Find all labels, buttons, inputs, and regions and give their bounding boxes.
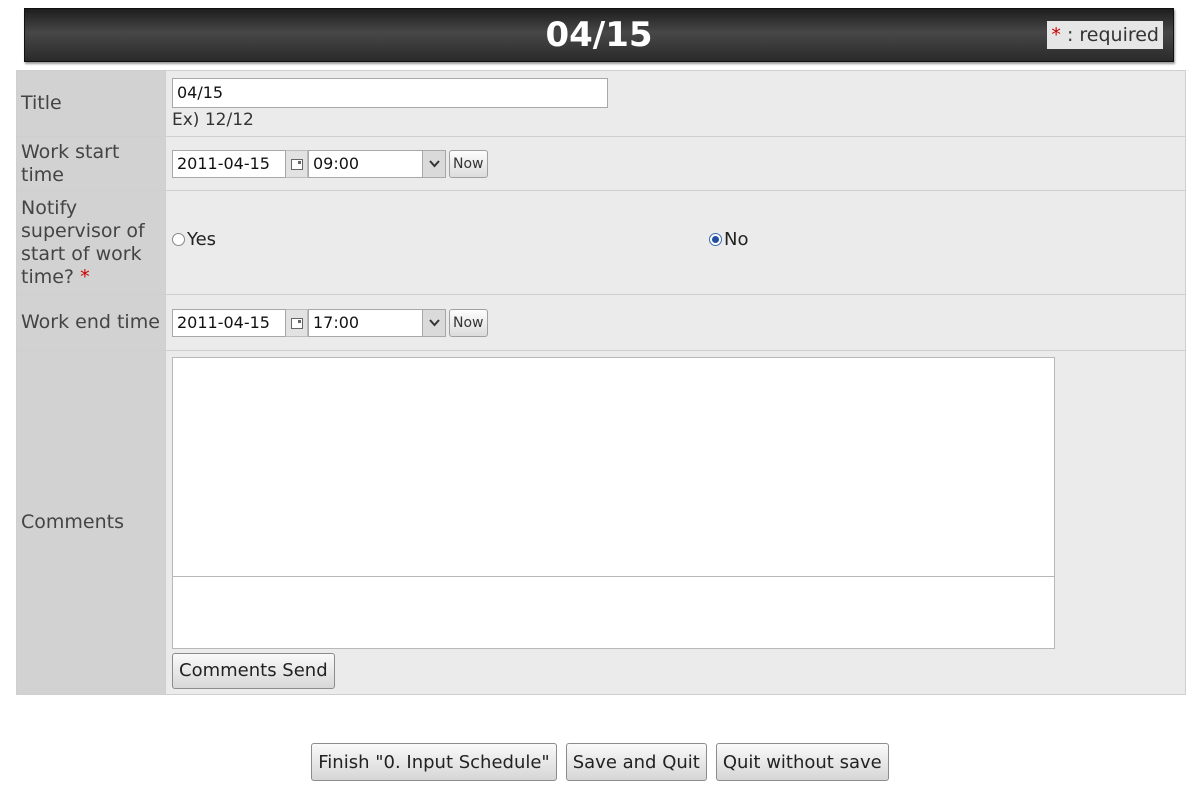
work-end-label: Work end time bbox=[16, 294, 166, 351]
work-end-cell: Now bbox=[165, 294, 1186, 351]
row-work-start: Work start time Now bbox=[16, 136, 1186, 191]
notify-yes-label: Yes bbox=[187, 228, 217, 250]
start-now-button[interactable]: Now bbox=[449, 149, 488, 178]
start-time-input[interactable] bbox=[308, 149, 422, 178]
comments-history-area[interactable] bbox=[172, 356, 1055, 577]
notify-no-label: No bbox=[724, 228, 749, 250]
notify-no-option[interactable]: No bbox=[709, 229, 748, 250]
comments-cell: Comments Send bbox=[165, 350, 1186, 695]
action-buttons: Finish "0. Input Schedule" Save and Quit… bbox=[0, 743, 1200, 781]
notify-yes-radio[interactable] bbox=[172, 232, 185, 246]
page-header: 04/15 * : required bbox=[24, 8, 1174, 62]
notify-cell: Yes No bbox=[165, 190, 1186, 295]
work-start-controls: Now bbox=[172, 149, 1179, 178]
required-text: : required bbox=[1060, 24, 1159, 46]
title-label: Title bbox=[16, 70, 166, 137]
notify-label-cell: Notify supervisor of start of work time?… bbox=[16, 190, 166, 295]
work-end-controls: Now bbox=[172, 308, 1179, 337]
end-date-input[interactable] bbox=[172, 308, 286, 337]
comments-label: Comments bbox=[16, 350, 166, 695]
end-time-input[interactable] bbox=[308, 308, 422, 337]
row-work-end: Work end time Now bbox=[16, 294, 1186, 351]
row-comments: Comments Comments Send bbox=[16, 350, 1186, 695]
calendar-icon-glyph bbox=[290, 158, 303, 170]
schedule-form: Title Ex) 12/12 Work start time Now Noti… bbox=[16, 70, 1186, 695]
chevron-down-icon-glyph bbox=[428, 318, 440, 326]
comment-input-area[interactable] bbox=[172, 576, 1055, 649]
start-date-input[interactable] bbox=[172, 149, 286, 178]
work-start-cell: Now bbox=[165, 136, 1186, 191]
chevron-down-icon-glyph bbox=[428, 159, 440, 167]
title-hint: Ex) 12/12 bbox=[172, 109, 254, 130]
comments-send-button[interactable]: Comments Send bbox=[172, 652, 335, 689]
save-and-quit-button[interactable]: Save and Quit bbox=[565, 743, 707, 781]
row-title: Title Ex) 12/12 bbox=[16, 70, 1186, 137]
work-start-label: Work start time bbox=[16, 136, 166, 191]
notify-yes-option[interactable]: Yes bbox=[172, 229, 216, 250]
notify-no-radio[interactable] bbox=[709, 232, 722, 246]
calendar-icon-glyph bbox=[290, 317, 303, 329]
row-notify: Notify supervisor of start of work time?… bbox=[16, 190, 1186, 295]
calendar-icon[interactable] bbox=[286, 308, 308, 337]
calendar-icon[interactable] bbox=[286, 149, 308, 178]
required-legend: * : required bbox=[1047, 21, 1163, 49]
title-cell: Ex) 12/12 bbox=[165, 70, 1186, 137]
finish-input-schedule-button[interactable]: Finish "0. Input Schedule" bbox=[311, 743, 557, 781]
required-star: * bbox=[1051, 24, 1061, 46]
title-input[interactable] bbox=[172, 77, 608, 108]
chevron-down-icon[interactable] bbox=[422, 149, 446, 178]
chevron-down-icon[interactable] bbox=[422, 308, 446, 337]
notify-required-star: * bbox=[80, 265, 90, 288]
end-now-button[interactable]: Now bbox=[449, 308, 488, 337]
quit-without-save-button[interactable]: Quit without save bbox=[715, 743, 889, 781]
notify-radio-group: Yes No bbox=[172, 229, 1179, 257]
page-title: 04/15 bbox=[545, 15, 653, 55]
